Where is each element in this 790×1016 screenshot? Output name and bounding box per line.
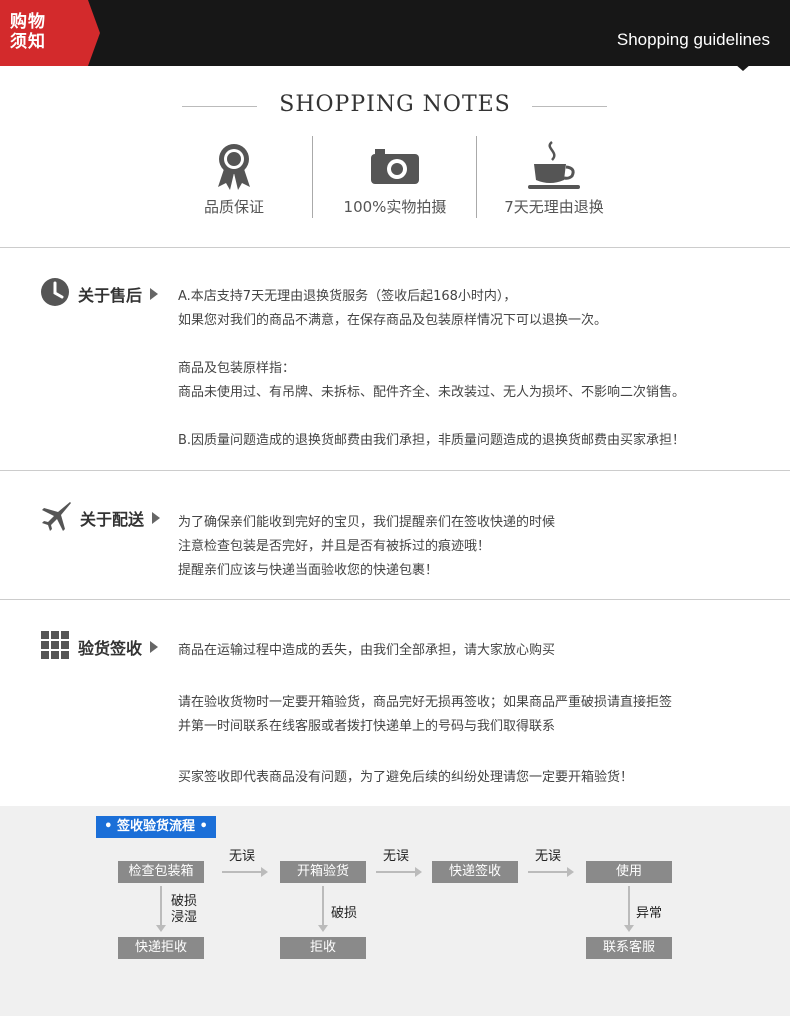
notes-title: SHOPPING NOTES [279, 92, 511, 117]
inspection-line: 并第一时间联系在线客服或者拨打快递单上的号码与我们取得联系 [178, 719, 556, 734]
section-title: 关于配送 [80, 510, 145, 529]
section-title: 验货签收 [78, 639, 143, 658]
after-sales-line: 商品未使用过、有吊牌、未拆标、配件齐全、未改装过、无人为损坏、不影响二次销售。 [178, 385, 686, 400]
award-ribbon-icon [154, 140, 314, 192]
feature-label: 100%实物拍摄 [343, 198, 447, 216]
arrow-right-icon [150, 641, 159, 653]
section-divider [0, 247, 790, 248]
flow-step-sign: 快递签收 [432, 861, 518, 883]
arrow-right-icon [150, 288, 159, 300]
shipping-line: 提醒亲们应该与快递当面验收您的快递包裹！ [178, 563, 439, 578]
flow-outcome-reject: 拒收 [280, 937, 366, 959]
section-divider [0, 599, 790, 600]
shipping-line: 为了确保亲们能收到完好的宝贝，我们提醒亲们在签收快递的时候 [178, 515, 556, 530]
after-sales-line: B.因质量问题造成的退换货邮费由我们承担，非质量问题造成的退换货邮费由买家承担！ [178, 433, 686, 448]
flow-damage-label: 破损 [331, 906, 358, 921]
section-shipping-header: 关于配送 [40, 500, 161, 536]
coffee-cup-icon [474, 140, 634, 192]
shopping-guidelines-title: Shopping guidelines [616, 30, 770, 49]
flow-step-open-box: 开箱验货 [280, 861, 366, 883]
after-sales-line: A.本店支持7天无理由退换货服务（签收后起168小时内）， [178, 289, 517, 304]
inspection-line: 请在验收货物时一定要开箱验货，商品完好无损再签收；如果商品严重破损请直接拒签 [178, 695, 673, 710]
after-sales-line: 商品及包装原样指： [178, 361, 296, 376]
flow-step-use: 使用 [586, 861, 672, 883]
after-sales-line: 如果您对我们的商品不满意，在保存商品及包装原样情况下可以退换一次。 [178, 313, 608, 328]
grid-icon [40, 630, 70, 664]
arrow-right-icon [152, 512, 161, 524]
feature-quality: 品质保证 [154, 140, 314, 217]
section-inspection-header: 验货签收 [40, 630, 159, 664]
flow-ok-label: 无误 [383, 849, 410, 864]
feature-divider [312, 136, 313, 218]
flow-ok-label: 无误 [535, 849, 562, 864]
flow-arrow-right [222, 867, 268, 877]
flow-outcome-express-reject: 快递拒收 [118, 937, 204, 959]
header-bar: 购物 须知 Shopping guidelines [0, 0, 790, 66]
flow-outcome-contact-service: 联系客服 [586, 937, 672, 959]
flow-arrow-down [318, 886, 328, 932]
clock-icon [40, 277, 70, 311]
header-notch [735, 64, 751, 71]
flow-damage-label: 破损 浸湿 [171, 894, 198, 925]
section-title: 关于售后 [78, 286, 143, 305]
header-tag-text: 购物 须知 [10, 12, 46, 52]
flow-arrow-right [528, 867, 574, 877]
inspection-line: 买家签收即代表商品没有问题，为了避免后续的纠纷处理请您一定要开箱验货！ [178, 770, 634, 785]
feature-label: 7天无理由退换 [504, 198, 604, 216]
flow-arrow-right [376, 867, 422, 877]
flow-arrow-down [624, 886, 634, 932]
flow-tag: • 签收验货流程 • [96, 816, 216, 838]
section-divider [0, 470, 790, 471]
flow-arrow-down [156, 886, 166, 932]
flow-ok-label: 无误 [229, 849, 256, 864]
section-after-sales-header: 关于售后 [40, 277, 159, 311]
shipping-line: 注意检查包装是否完好，并且是否有被拆过的痕迹哦！ [178, 539, 491, 554]
flow-step-check-box: 检查包装箱 [118, 861, 204, 883]
feature-return: 7天无理由退换 [474, 140, 634, 217]
feature-real-photos: 100%实物拍摄 [315, 140, 475, 217]
camera-icon [315, 140, 475, 192]
airplane-icon [40, 500, 72, 536]
flow-abnormal-label: 异常 [636, 906, 663, 921]
title-line-right [532, 106, 607, 107]
feature-label: 品质保证 [203, 198, 264, 216]
inspection-line: 商品在运输过程中造成的丢失，由我们全部承担，请大家放心购买 [178, 643, 556, 658]
